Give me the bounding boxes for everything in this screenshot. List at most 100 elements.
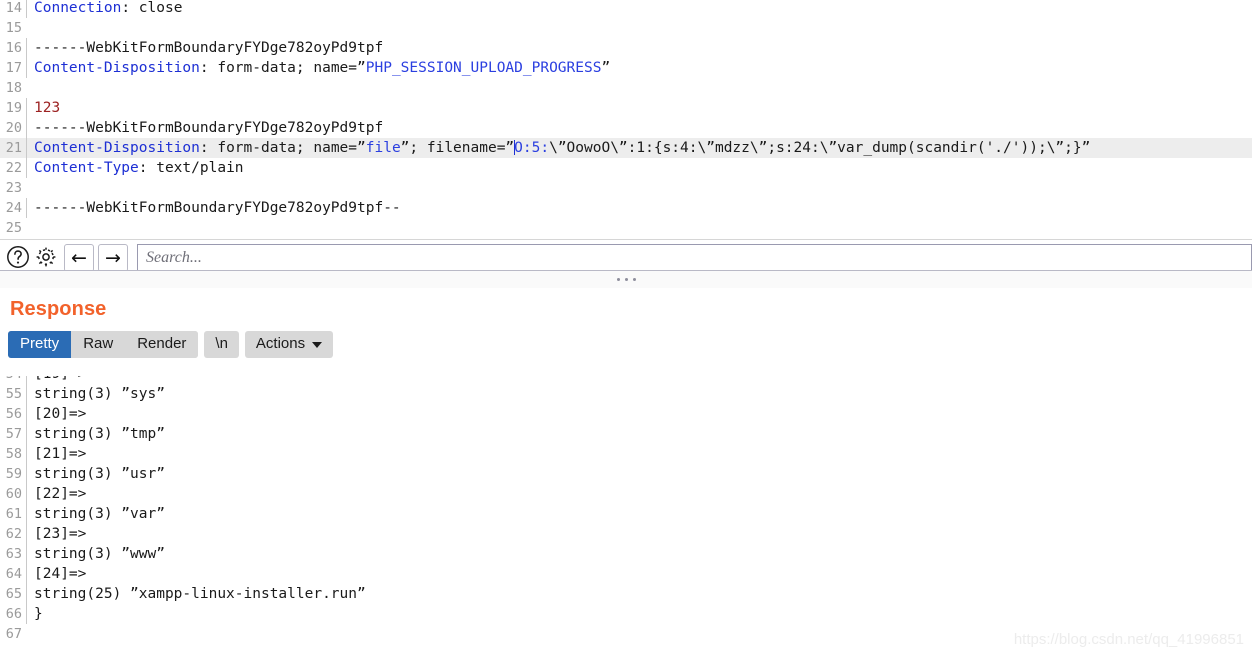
request-line[interactable]: 17 Content-Disposition: form-data; name=”… xyxy=(0,58,1252,78)
response-line[interactable]: 66} xyxy=(0,604,1252,624)
line-content[interactable]: [21]=> xyxy=(26,444,1252,464)
line-number: 55 xyxy=(0,384,26,404)
line-content[interactable]: ------WebKitFormBoundaryFYDge782oyPd9tpf xyxy=(26,38,1252,58)
request-line[interactable]: 16 ------WebKitFormBoundaryFYDge782oyPd9t… xyxy=(0,38,1252,58)
response-line[interactable]: 54[19]=> xyxy=(0,376,1252,384)
newline-toggle-button[interactable]: \n xyxy=(204,331,239,358)
line-number: 25 xyxy=(0,218,26,238)
tab-pretty[interactable]: Pretty xyxy=(8,331,72,358)
response-title: Response xyxy=(10,298,107,320)
response-line[interactable]: 57 string(3) ”tmp” xyxy=(0,424,1252,444)
line-number: 22 xyxy=(0,158,26,178)
code-token: ”; filename=” xyxy=(400,140,515,156)
line-content[interactable]: string(3) ”sys” xyxy=(26,384,1252,404)
response-line[interactable]: 65 string(25) ”xampp-linux-installer.run” xyxy=(0,584,1252,604)
line-number: 65 xyxy=(0,584,26,604)
line-content[interactable]: string(3) ”usr” xyxy=(26,464,1252,484)
help-button[interactable] xyxy=(4,244,32,272)
code-token: O:5: xyxy=(514,140,550,156)
code-token: \”OowoO\”:1:{s:4:\”mdzz\”;s:24:\”var_dum… xyxy=(549,140,1091,156)
line-content[interactable]: 123 xyxy=(26,98,1252,118)
line-number: 59 xyxy=(0,464,26,484)
line-number: 57 xyxy=(0,424,26,444)
code-token: ------WebKitFormBoundaryFYDge782oyPd9tpf xyxy=(34,40,384,56)
arrow-left-icon: ← xyxy=(71,246,87,269)
line-content[interactable]: } xyxy=(26,604,1252,624)
tab-raw[interactable]: Raw xyxy=(71,331,126,358)
line-number: 23 xyxy=(0,178,26,198)
request-line[interactable]: 21 Content-Disposition: form-data; name=”… xyxy=(0,138,1252,158)
line-content[interactable]: Content-Disposition: form-data; name=”PH… xyxy=(26,58,1252,78)
line-content[interactable]: [23]=> xyxy=(26,524,1252,544)
response-body[interactable]: 54[19]=>55string(3) ”sys”56[20]=>57strin… xyxy=(0,376,1252,652)
request-line[interactable]: 14 Connection: close xyxy=(0,0,1252,18)
code-token: file xyxy=(365,140,401,156)
back-button[interactable]: ← xyxy=(64,244,94,272)
line-content[interactable]: ------WebKitFormBoundaryFYDge782oyPd9tpf… xyxy=(26,198,1252,218)
line-content[interactable]: string(3) ”www” xyxy=(26,544,1252,564)
response-line-list[interactable]: 54[19]=>55string(3) ”sys”56[20]=>57strin… xyxy=(0,376,1252,644)
line-content[interactable]: string(3) ”tmp” xyxy=(26,424,1252,444)
settings-button[interactable] xyxy=(32,244,60,272)
request-line[interactable]: 23 xyxy=(0,178,1252,198)
line-number: 54 xyxy=(0,376,26,384)
response-line[interactable]: 62 [23]=> xyxy=(0,524,1252,544)
request-line[interactable]: 22 Content-Type: text/plain xyxy=(0,158,1252,178)
line-content[interactable]: [24]=> xyxy=(26,564,1252,584)
line-content[interactable]: Content-Disposition: form-data; name=”fi… xyxy=(26,138,1252,158)
chevron-down-icon xyxy=(312,342,323,348)
line-number: 62 xyxy=(0,524,26,544)
search-input[interactable] xyxy=(137,243,1252,273)
request-line[interactable]: 15 xyxy=(0,18,1252,38)
tab-render[interactable]: Render xyxy=(125,331,199,358)
code-token: ------WebKitFormBoundaryFYDge782oyPd9tpf xyxy=(34,120,384,136)
line-content[interactable]: ------WebKitFormBoundaryFYDge782oyPd9tpf xyxy=(26,118,1252,138)
line-content[interactable]: string(25) ”xampp-linux-installer.run” xyxy=(26,584,1252,604)
line-content[interactable]: [22]=> xyxy=(26,484,1252,504)
request-line[interactable]: 18 xyxy=(0,78,1252,98)
question-mark-circle-icon xyxy=(6,245,30,272)
line-content[interactable]: [19]=> xyxy=(26,376,1252,384)
line-number: 64 xyxy=(0,564,26,584)
line-number: 63 xyxy=(0,544,26,564)
line-number: 61 xyxy=(0,504,26,524)
line-number: 18 xyxy=(0,78,26,98)
response-line[interactable]: 63 string(3) ”www” xyxy=(0,544,1252,564)
line-number: 19 xyxy=(0,98,26,118)
forward-button[interactable]: → xyxy=(98,244,128,272)
actions-menu-group: Actions xyxy=(244,331,334,358)
panel-splitter[interactable] xyxy=(0,270,1252,288)
response-line[interactable]: 55 string(3) ”sys” xyxy=(0,384,1252,404)
response-tabbar: Pretty Raw Render \n Actions xyxy=(0,321,1252,358)
response-line[interactable]: 64 [24]=> xyxy=(0,564,1252,584)
line-number: 14 xyxy=(0,0,26,18)
line-number: 16 xyxy=(0,38,26,58)
watermark: https://blog.csdn.net/qq_41996851 xyxy=(1013,631,1244,648)
line-number: 60 xyxy=(0,484,26,504)
line-content[interactable]: Content-Type: text/plain xyxy=(26,158,1252,178)
line-content[interactable]: [20]=> xyxy=(26,404,1252,424)
line-number: 15 xyxy=(0,18,26,38)
request-line[interactable]: 19 123 xyxy=(0,98,1252,118)
line-content[interactable]: Connection: close xyxy=(26,0,1252,18)
actions-menu-button[interactable]: Actions xyxy=(245,331,333,358)
response-line[interactable]: 59 string(3) ”usr” xyxy=(0,464,1252,484)
request-line-list[interactable]: 14 Connection: close 15 16 ------WebKitFormB… xyxy=(0,0,1252,238)
line-number: 67 xyxy=(0,624,26,644)
request-line[interactable]: 25 xyxy=(0,218,1252,238)
arrow-right-icon: → xyxy=(105,246,121,269)
line-number: 17 xyxy=(0,58,26,78)
response-line[interactable]: 60 [22]=> xyxy=(0,484,1252,504)
response-panel: Response Pretty Raw Render \n Actions xyxy=(0,288,1252,376)
burp-suite-repeater-view: 14 Connection: close 15 16 ------WebKitFormB… xyxy=(0,0,1252,652)
request-line[interactable]: 24 ------WebKitFormBoundaryFYDge782oyPd9t… xyxy=(0,198,1252,218)
response-line[interactable]: 58 [21]=> xyxy=(0,444,1252,464)
request-line[interactable]: 20 ------WebKitFormBoundaryFYDge782oyPd9t… xyxy=(0,118,1252,138)
line-content[interactable]: string(3) ”var” xyxy=(26,504,1252,524)
response-line[interactable]: 61 string(3) ”var” xyxy=(0,504,1252,524)
request-editor[interactable]: 14 Connection: close 15 16 ------WebKitFormB… xyxy=(0,0,1252,240)
code-token: 123 xyxy=(34,100,61,116)
actions-menu-label: Actions xyxy=(255,335,306,352)
search-field-wrapper[interactable] xyxy=(137,243,1252,273)
response-line[interactable]: 56 [20]=> xyxy=(0,404,1252,424)
